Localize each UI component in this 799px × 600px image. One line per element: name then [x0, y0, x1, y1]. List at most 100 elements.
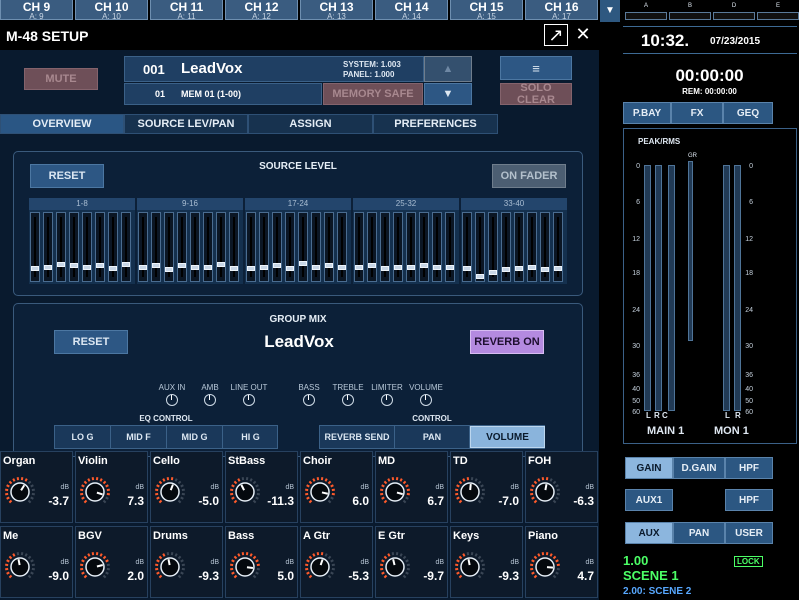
fader-handle[interactable]: [152, 263, 160, 268]
fader-handle[interactable]: [96, 263, 104, 268]
rotary-knob-icon[interactable]: [454, 476, 486, 508]
source-level-fader[interactable]: [311, 212, 321, 282]
knob-icon[interactable]: [204, 394, 216, 406]
rotary-knob-icon[interactable]: [304, 476, 336, 508]
source-level-fader[interactable]: [43, 212, 53, 282]
tab-preferences[interactable]: PREFERENCES: [373, 114, 498, 134]
knob-icon[interactable]: [342, 394, 354, 406]
pan-mode-button[interactable]: PAN: [673, 522, 725, 544]
channel-cell[interactable]: Piano dB 4.7: [525, 526, 598, 598]
chevron-down-icon[interactable]: ▼: [600, 0, 620, 22]
tab-geq[interactable]: GEQ: [723, 102, 773, 124]
tab-overview[interactable]: OVERVIEW: [0, 114, 124, 134]
rotary-knob-icon[interactable]: [379, 476, 411, 508]
fader-handle[interactable]: [381, 266, 389, 271]
fader-handle[interactable]: [312, 265, 320, 270]
source-level-fader[interactable]: [30, 212, 40, 282]
reverb-send-button[interactable]: REVERB SEND: [320, 426, 395, 448]
source-level-fader[interactable]: [337, 212, 347, 282]
channel-strip-button[interactable]: CH 16 A: 17: [525, 0, 598, 21]
fader-handle[interactable]: [286, 266, 294, 271]
eq-mid-f-button[interactable]: MID F: [111, 426, 167, 448]
source-level-fader[interactable]: [462, 212, 472, 282]
fader-handle[interactable]: [528, 265, 536, 270]
source-level-fader[interactable]: [246, 212, 256, 282]
fader-handle[interactable]: [325, 263, 333, 268]
pan-button[interactable]: PAN: [395, 426, 470, 448]
channel-cell[interactable]: FOH dB -6.3: [525, 451, 598, 523]
close-icon[interactable]: ✕: [571, 24, 595, 46]
source-level-fader[interactable]: [216, 212, 226, 282]
fader-handle[interactable]: [502, 267, 510, 272]
fader-handle[interactable]: [70, 263, 78, 268]
scene-indicator[interactable]: A: [625, 3, 667, 21]
source-level-fader[interactable]: [475, 212, 485, 282]
source-level-fader[interactable]: [82, 212, 92, 282]
source-level-fader[interactable]: [488, 212, 498, 282]
eq-hi-g-button[interactable]: HI G: [223, 426, 278, 448]
scene-indicator[interactable]: E: [757, 3, 799, 21]
source-level-fader[interactable]: [445, 212, 455, 282]
source-level-fader[interactable]: [259, 212, 269, 282]
rotary-knob-icon[interactable]: [379, 551, 411, 583]
expand-icon[interactable]: ↗: [544, 24, 568, 46]
fader-handle[interactable]: [217, 262, 225, 267]
fader-handle[interactable]: [355, 265, 363, 270]
channel-cell[interactable]: Organ dB -3.7: [0, 451, 73, 523]
eq-lo-g-button[interactable]: LO G: [55, 426, 111, 448]
source-level-fader[interactable]: [553, 212, 563, 282]
knob-icon[interactable]: [166, 394, 178, 406]
source-level-fader[interactable]: [367, 212, 377, 282]
source-level-fader[interactable]: [419, 212, 429, 282]
tab-fx[interactable]: FX: [671, 102, 723, 124]
user-mode-button[interactable]: USER: [725, 522, 773, 544]
fader-handle[interactable]: [260, 265, 268, 270]
reverb-on-button[interactable]: REVERB ON: [470, 330, 544, 354]
fader-handle[interactable]: [515, 266, 523, 271]
knob-icon[interactable]: [381, 394, 393, 406]
fader-handle[interactable]: [273, 263, 281, 268]
source-level-fader[interactable]: [108, 212, 118, 282]
scene-indicator[interactable]: B: [669, 3, 711, 21]
source-level-fader[interactable]: [406, 212, 416, 282]
source-level-fader[interactable]: [56, 212, 66, 282]
memory-safe-button[interactable]: MEMORY SAFE: [323, 83, 423, 105]
on-fader-button[interactable]: ON FADER: [492, 164, 566, 188]
source-level-fader[interactable]: [540, 212, 550, 282]
solo-clear-button[interactable]: SOLO CLEAR: [500, 82, 572, 106]
channel-cell[interactable]: BGV dB 2.0: [75, 526, 148, 598]
source-level-fader[interactable]: [501, 212, 511, 282]
aux-mode-button[interactable]: AUX: [625, 522, 673, 544]
channel-cell[interactable]: E Gtr dB -9.7: [375, 526, 448, 598]
fader-handle[interactable]: [489, 270, 497, 275]
source-level-reset-button[interactable]: RESET: [30, 164, 104, 188]
knob-icon[interactable]: [420, 394, 432, 406]
fader-handle[interactable]: [191, 265, 199, 270]
channel-cell[interactable]: Keys dB -9.3: [450, 526, 523, 598]
source-level-fader[interactable]: [324, 212, 334, 282]
fader-handle[interactable]: [476, 274, 484, 279]
source-level-fader[interactable]: [393, 212, 403, 282]
fader-handle[interactable]: [299, 261, 307, 266]
tab-assign[interactable]: ASSIGN: [248, 114, 373, 134]
fader-handle[interactable]: [139, 265, 147, 270]
channel-cell[interactable]: A Gtr dB -5.3: [300, 526, 373, 598]
fader-handle[interactable]: [165, 267, 173, 272]
channel-cell[interactable]: Bass dB 5.0: [225, 526, 298, 598]
hpf-tab-button[interactable]: HPF: [725, 457, 773, 479]
memory-up-button[interactable]: ▲: [424, 56, 472, 82]
rotary-knob-icon[interactable]: [529, 551, 561, 583]
rotary-knob-icon[interactable]: [4, 551, 36, 583]
tab-p-bay[interactable]: P.BAY: [623, 102, 671, 124]
fader-handle[interactable]: [83, 265, 91, 270]
fader-handle[interactable]: [463, 266, 471, 271]
aux1-button[interactable]: AUX1: [625, 489, 673, 511]
channel-cell[interactable]: Violin dB 7.3: [75, 451, 148, 523]
rotary-knob-icon[interactable]: [229, 476, 261, 508]
channel-strip-button[interactable]: CH 12 A: 12: [225, 0, 298, 21]
rotary-knob-icon[interactable]: [79, 551, 111, 583]
source-level-fader[interactable]: [527, 212, 537, 282]
source-level-fader[interactable]: [432, 212, 442, 282]
channel-cell[interactable]: TD dB -7.0: [450, 451, 523, 523]
source-level-fader[interactable]: [121, 212, 131, 282]
